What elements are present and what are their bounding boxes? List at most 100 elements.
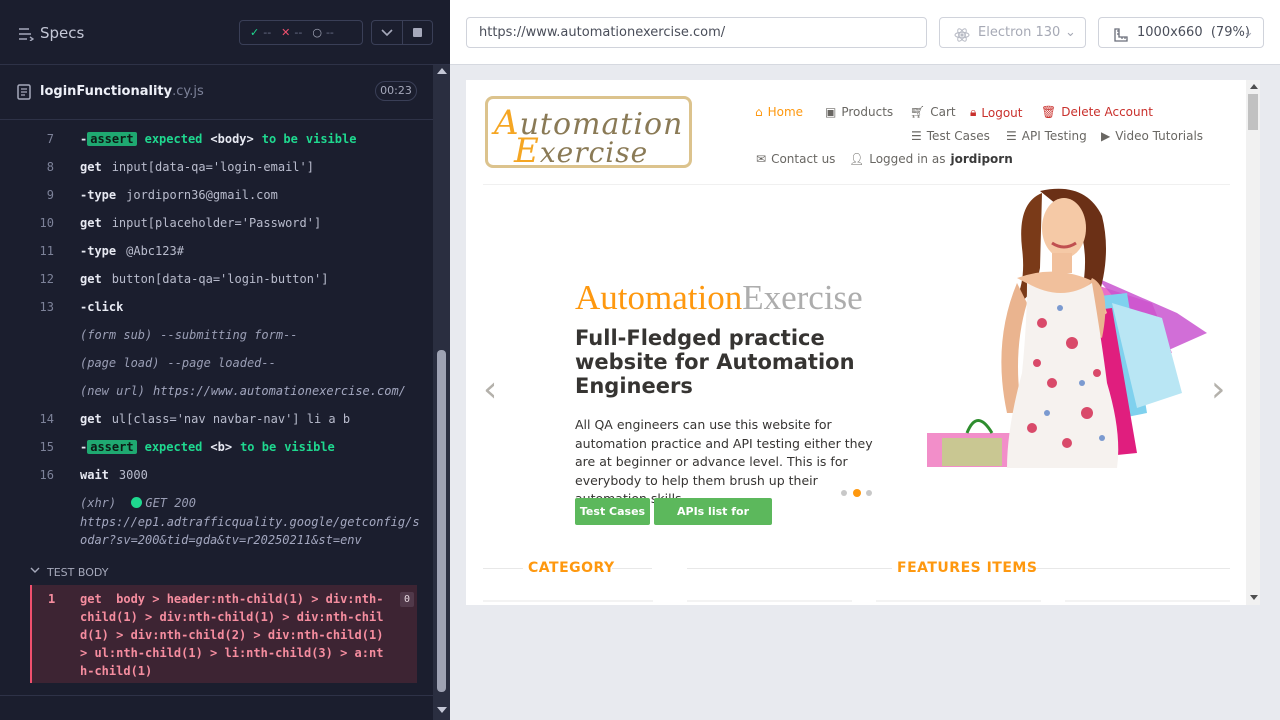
command-name: assert bbox=[87, 132, 137, 146]
document-icon bbox=[17, 84, 31, 104]
test-cases-button[interactable]: Test Cases bbox=[575, 498, 650, 525]
command-number: 14 bbox=[39, 412, 54, 426]
nav-contact[interactable]: ✉ Contact us bbox=[756, 152, 835, 166]
nav-testcases-label: Test Cases bbox=[926, 129, 990, 143]
command-body: (form sub) --submitting form-- bbox=[80, 328, 298, 342]
lock-icon: 🔒︎ bbox=[970, 105, 977, 119]
viewport-size: 1000x660 (79%) bbox=[1137, 18, 1250, 47]
carousel-dot-3[interactable] bbox=[866, 490, 872, 496]
list-icon: ☰ bbox=[911, 129, 922, 143]
nav-products[interactable]: ▣ Products bbox=[825, 105, 893, 119]
browser-selector[interactable]: Electron 130 ⌄ bbox=[939, 17, 1086, 48]
stop-icon bbox=[413, 28, 422, 37]
spinner-icon: ○ bbox=[312, 26, 322, 39]
command-args: 3000 bbox=[118, 468, 148, 482]
nav-video-tutorials[interactable]: ▶ Video Tutorials bbox=[1101, 129, 1203, 143]
nav-logout[interactable]: 🔒︎ Logout bbox=[970, 105, 1022, 120]
test-body-label: TEST BODY bbox=[47, 566, 109, 579]
spec-file-ext: .cy.js bbox=[172, 84, 204, 99]
nav-delete-account[interactable]: 🗑︎ Delete Account bbox=[1041, 105, 1153, 119]
viewport-selector[interactable]: 1000x660 (79%) ⌄ bbox=[1098, 17, 1264, 48]
hero-title: AutomationExercise bbox=[575, 278, 863, 318]
carousel-dot-1[interactable] bbox=[841, 490, 847, 496]
home-icon: ⌂ bbox=[755, 105, 763, 119]
command-body: get button[data-qa='login-button'] bbox=[80, 272, 328, 286]
x-icon: ✕ bbox=[281, 26, 291, 39]
assert-part: expected bbox=[144, 132, 203, 146]
assert-part: to be bbox=[261, 132, 298, 146]
command-args: button[data-qa='login-button'] bbox=[111, 272, 329, 286]
pending-stat: ○ -- bbox=[312, 26, 334, 39]
test-body-command[interactable]: 1 get body > header:nth-child(1) > div:n… bbox=[30, 585, 417, 683]
nav-home[interactable]: ⌂ Home bbox=[755, 105, 803, 119]
nav-api-label: API Testing bbox=[1021, 129, 1087, 143]
command-number: 16 bbox=[39, 468, 54, 482]
xhr-url-line2: odar?sv=200&tid=gda&tv=r20250211&st=env bbox=[80, 533, 362, 547]
stop-button[interactable] bbox=[403, 20, 433, 45]
test-body-header[interactable]: TEST BODY bbox=[30, 562, 417, 584]
command-number: 11 bbox=[39, 244, 54, 258]
command-number: 12 bbox=[39, 272, 54, 286]
scroll-up-icon[interactable] bbox=[437, 68, 447, 74]
carousel-prev-icon[interactable]: ‹ bbox=[483, 372, 497, 408]
command-body: - assert expected <body> to be visible bbox=[80, 132, 356, 146]
command-body: get input[placeholder='Password'] bbox=[80, 216, 321, 230]
section-line bbox=[612, 568, 652, 569]
chevron-down-icon bbox=[381, 28, 393, 36]
site-logo[interactable]: Automation Exercise bbox=[485, 96, 692, 171]
xhr-entry[interactable]: (xhr) GET 200 bbox=[80, 496, 196, 510]
list-icon: ☰ bbox=[1006, 129, 1017, 143]
duration-badge: 00:23 bbox=[375, 81, 417, 101]
xhr-url-line1: https://ep1.adtrafficquality.google/getc… bbox=[80, 515, 420, 529]
command-body: get ul[class='nav navbar-nav'] li a b bbox=[80, 412, 350, 426]
command-name: wait bbox=[80, 468, 109, 482]
scroll-down-icon[interactable] bbox=[437, 707, 447, 713]
check-icon: ✓ bbox=[250, 26, 260, 39]
nav-api-testing[interactable]: ☰ API Testing bbox=[1006, 129, 1087, 143]
aut-scroll-thumb[interactable] bbox=[1248, 94, 1258, 130]
carousel-next-icon[interactable]: › bbox=[1211, 372, 1225, 408]
command-name: get bbox=[80, 272, 102, 286]
apis-list-button[interactable]: APIs list for practice bbox=[654, 498, 772, 545]
hero-woman-image bbox=[927, 188, 1207, 468]
scroll-up-icon[interactable] bbox=[1250, 84, 1258, 89]
logo-initial-e: E bbox=[514, 131, 540, 171]
menu-icon[interactable] bbox=[18, 26, 35, 45]
scroll-down-icon[interactable] bbox=[1250, 595, 1258, 600]
command-args: jordiporn36@gmail.com bbox=[126, 188, 278, 202]
event-text: https://www.automationexercise.com/ bbox=[153, 384, 406, 398]
test-stats: ✓ -- ✕ -- ○ -- bbox=[239, 20, 363, 45]
command-name: -type bbox=[80, 244, 117, 258]
command-body: get input[data-qa='login-email'] bbox=[80, 160, 314, 174]
xhr-status: GET 200 bbox=[131, 496, 196, 510]
passed-stat: ✓ -- bbox=[250, 26, 271, 39]
command-body: - assert expected <b> to be visible bbox=[80, 440, 335, 454]
hero-title-b: Exercise bbox=[742, 278, 863, 317]
command-log-panel: Specs ✓ -- ✕ -- ○ -- loginFunctionality.cy.… bbox=[0, 0, 450, 720]
nav-delete-label: Delete Account bbox=[1061, 105, 1153, 119]
nav-products-label: Products bbox=[841, 105, 894, 119]
nav-cart[interactable]: 🛒︎ Cart bbox=[910, 105, 956, 119]
command-number: 10 bbox=[39, 216, 54, 230]
aut-scrollbar[interactable] bbox=[1246, 80, 1260, 605]
command-name: get bbox=[80, 216, 102, 230]
nav-home-label: Home bbox=[767, 105, 804, 119]
command-args: input[placeholder='Password'] bbox=[111, 216, 322, 230]
nav-logged-in[interactable]: 👤︎ Logged in as jordiporn bbox=[849, 152, 1013, 166]
spec-file-basename: loginFunctionality bbox=[40, 84, 173, 99]
specs-label[interactable]: Specs bbox=[40, 24, 84, 42]
command-number: 1 bbox=[48, 592, 56, 606]
url-bar[interactable]: https://www.automationexercise.com/ bbox=[466, 17, 927, 48]
envelope-icon: ✉ bbox=[756, 152, 767, 166]
divider bbox=[0, 695, 433, 696]
nav-test-cases[interactable]: ☰ Test Cases bbox=[911, 129, 990, 143]
assert-part: <b> bbox=[210, 440, 233, 454]
chevron-down-button[interactable] bbox=[371, 20, 403, 45]
hero-description: All QA engineers can use this website fo… bbox=[575, 417, 873, 506]
browser-name: Electron 130 bbox=[978, 25, 1061, 40]
carousel-dot-2[interactable] bbox=[853, 489, 861, 497]
features-items-heading: FEATURES ITEMS bbox=[897, 560, 1038, 576]
command-args: ul[class='nav navbar-nav'] li a b bbox=[111, 412, 351, 426]
cart-icon: 🛒︎ bbox=[910, 105, 926, 119]
scroll-thumb[interactable] bbox=[437, 350, 446, 692]
